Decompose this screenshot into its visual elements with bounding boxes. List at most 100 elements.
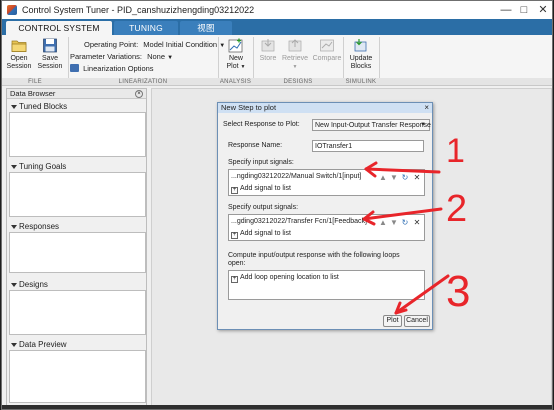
section-tuned-blocks: Tuned Blocks [9,101,146,157]
plot-button[interactable]: Plot [383,315,402,327]
section-linearization-label: LINEARIZATION [118,79,168,85]
section-designs-label: DESIGNS [283,79,313,85]
highlight-icon[interactable]: ↻ [401,174,409,182]
select-response-label: Select Response to Plot: [223,121,300,128]
plus-icon: + [231,187,238,194]
linearization-options-button[interactable]: Linearization Options [70,64,154,73]
loops-label-line2: open: [228,260,246,267]
move-down-icon[interactable]: ▼ [390,219,398,227]
save-session-button[interactable]: Save Session [36,38,64,71]
section-designs: Designs [9,279,146,335]
move-up-icon[interactable]: ▲ [379,219,387,227]
window-title: Control System Tuner - PID_canshuzizheng… [22,5,255,15]
open-session-button[interactable]: Open Session [6,38,32,71]
tab-control-system[interactable]: CONTROL SYSTEM [6,21,112,35]
data-browser-header: Data Browser × [7,89,146,99]
move-up-icon[interactable]: ▲ [379,174,387,182]
tab-tuning[interactable]: TUNING [114,21,178,35]
highlight-icon[interactable]: ↻ [401,219,409,227]
section-data-preview: Data Preview [9,339,146,403]
caret-down-icon: ▼ [420,122,426,128]
section-header[interactable]: Tuned Blocks [9,101,146,112]
compare-button[interactable]: Compare [312,38,342,63]
plus-icon: + [231,232,238,239]
plus-icon: + [231,276,238,283]
section-title: Responses [19,222,60,231]
output-signals-label: Specify output signals: [228,204,299,211]
section-title: Tuning Goals [19,162,67,171]
response-type-dropdown[interactable]: New Input-Output Transfer Response ▼ [312,119,431,131]
designs-list[interactable] [9,290,146,335]
new-step-plot-dialog: New Step to plot × Select Response to Pl… [217,102,433,330]
folder-open-icon [11,40,27,52]
section-header[interactable]: Tuning Goals [9,161,146,172]
section-header[interactable]: Data Preview [9,339,146,350]
tab-strip: CONTROL SYSTEM TUNING 视图 [2,19,552,35]
parameter-variations-label: Parameter Variations: [70,52,142,61]
responses-list[interactable] [9,232,146,273]
dialog-title: New Step to plot [221,103,277,112]
tuning-goals-list[interactable] [9,172,146,217]
update-blocks-icon [354,39,367,52]
response-name-label: Response Name: [228,142,283,149]
taskbar-strip [2,405,552,409]
close-icon[interactable]: × [135,90,143,98]
section-title: Designs [19,280,48,289]
section-simulink-label: SIMULINK [345,79,377,85]
operating-point-value: Model Initial Condition [143,40,218,49]
retrieve-button[interactable]: Retrieve ▼ [282,38,308,71]
data-preview-area [9,350,146,403]
section-header[interactable]: Responses [9,221,146,232]
input-signals-label: Specify input signals: [228,159,294,166]
save-session-label: Save Session [37,55,63,70]
new-plot-button[interactable]: New Plot ▼ [222,38,250,71]
response-type-value: New Input-Output Transfer Response [315,122,431,129]
delete-icon[interactable]: ✕ [413,219,421,227]
move-down-icon[interactable]: ▼ [390,174,398,182]
section-responses: Responses [9,221,146,273]
maximize-button[interactable]: □ [516,2,532,18]
add-loop-opening-label: Add loop opening location to list [240,274,339,281]
caret-down-icon: ▼ [292,64,298,70]
loop-openings-list[interactable]: + Add loop opening location to list [228,270,425,300]
operating-point-row: Operating Point: Model Initial Condition… [84,40,225,49]
collapse-icon [11,224,17,229]
tuned-blocks-list[interactable] [9,112,146,157]
open-session-label: Open Session [6,55,32,70]
add-output-signal-button[interactable]: + Add signal to list [231,230,291,239]
response-name-input[interactable]: IOTransfer1 [312,140,424,152]
add-loop-opening-button[interactable]: + Add loop opening location to list [231,274,339,283]
section-label-bar: FILE LINEARIZATION ANALYSIS DESIGNS SIMU… [2,78,552,86]
cancel-button[interactable]: Cancel [404,315,430,327]
tab-view[interactable]: 视图 [180,21,232,35]
delete-icon[interactable]: ✕ [413,174,421,182]
operating-point-dropdown[interactable]: Model Initial Condition ▼ [143,40,225,49]
add-input-signal-button[interactable]: + Add signal to list [231,185,291,194]
matlab-icon [7,5,17,15]
store-icon [261,39,275,52]
input-signal-item[interactable]: ...ngding03212022/Manual Switch/1[input] [231,173,361,180]
parameter-variations-value: None [147,52,166,61]
compare-label: Compare [312,55,342,62]
output-signals-list[interactable]: ...gding03212022/Transfer Fcn/1[Feedback… [228,214,425,241]
parameter-variations-row: Parameter Variations: None ▼ [70,52,173,61]
minimize-button[interactable]: — [498,2,514,18]
compare-icon [320,39,334,52]
output-signal-item[interactable]: ...gding03212022/Transfer Fcn/1[Feedback… [231,218,367,225]
dialog-title-bar: New Step to plot × [218,103,432,113]
data-browser-panel: Data Browser × Tuned Blocks Tuning Goals… [6,88,147,406]
close-icon[interactable]: × [424,103,429,113]
input-signals-list[interactable]: ...ngding03212022/Manual Switch/1[input]… [228,169,425,196]
retrieve-icon [288,39,302,52]
parameter-variations-dropdown[interactable]: None ▼ [147,52,173,61]
data-browser-title: Data Browser [10,89,56,98]
update-blocks-label: Update Blocks [349,55,373,70]
section-header[interactable]: Designs [9,279,146,290]
close-button[interactable]: ✕ [535,2,551,18]
store-button[interactable]: Store [256,38,280,63]
collapse-icon [11,342,17,347]
new-plot-icon [228,38,243,53]
operating-point-label: Operating Point: [84,40,139,49]
collapse-icon [11,282,17,287]
update-blocks-button[interactable]: Update Blocks [346,38,376,71]
